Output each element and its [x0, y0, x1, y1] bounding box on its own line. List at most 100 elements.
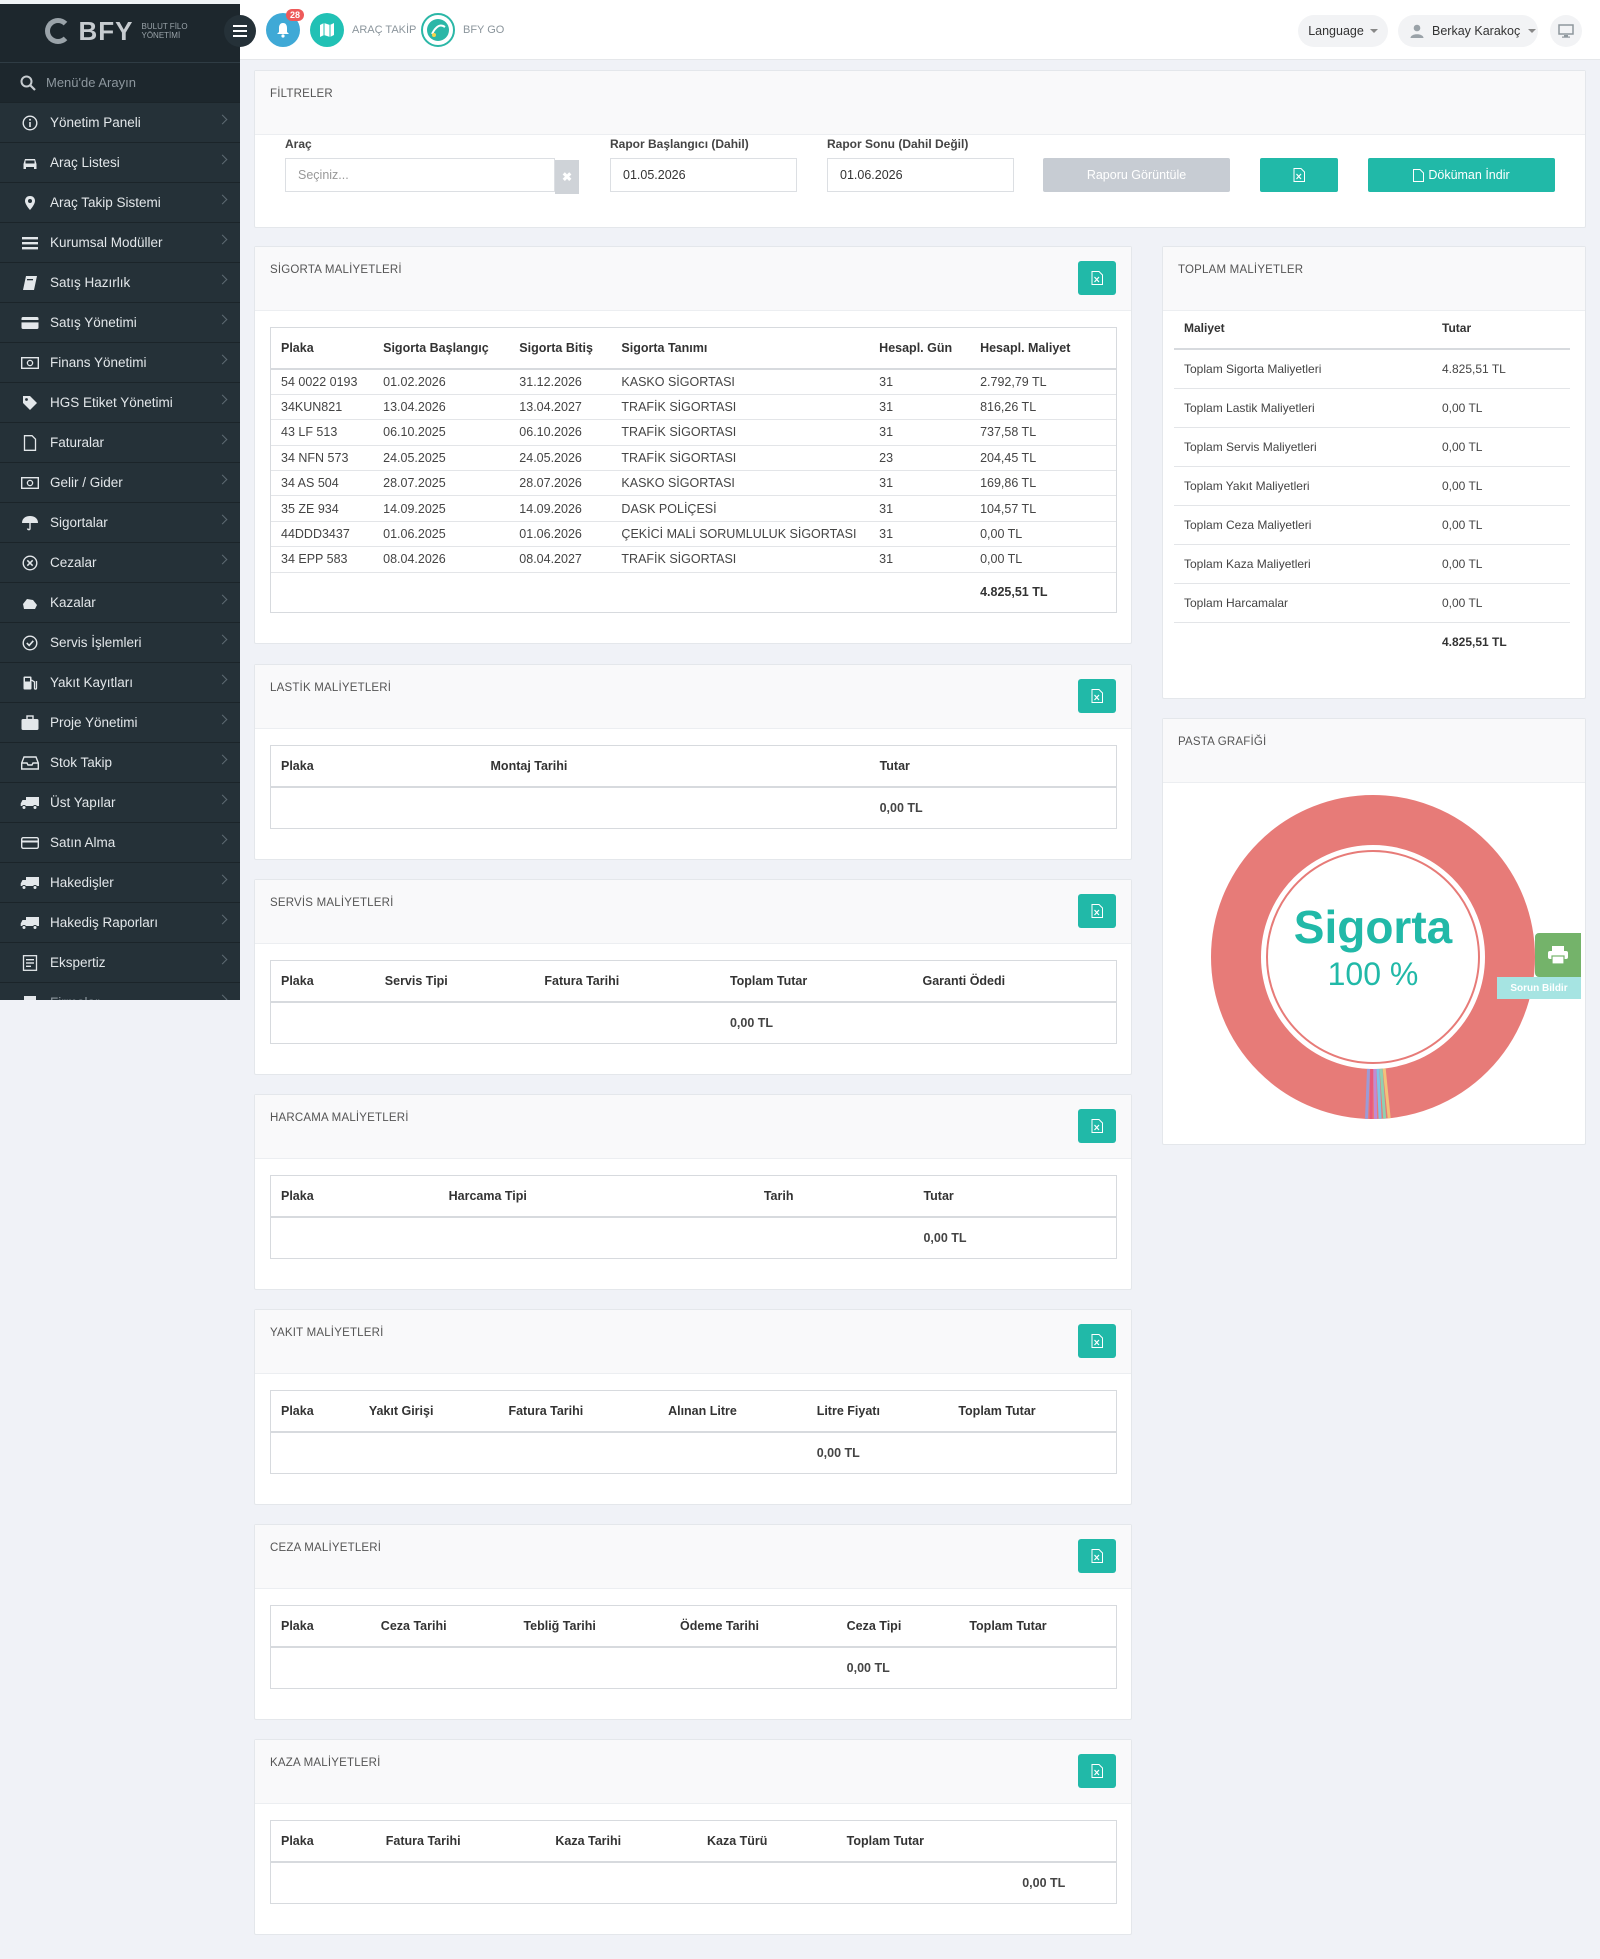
sidebar-item[interactable]: Faturalar — [0, 422, 240, 462]
servis-excel-button[interactable] — [1078, 894, 1116, 928]
column-header[interactable]: Sigorta Başlangıç — [373, 328, 510, 370]
lastik-excel-button[interactable] — [1078, 679, 1116, 713]
download-document-button[interactable]: Döküman İndir — [1368, 158, 1555, 192]
sidebar-item[interactable]: Kurumsal Modüller — [0, 222, 240, 262]
table-cell: 0,00 TL — [1432, 388, 1570, 428]
column-header[interactable]: Servis Tipi — [374, 961, 535, 1003]
column-header[interactable]: Kaza Türü — [696, 1821, 837, 1863]
sidebar-item[interactable]: Araç Listesi — [0, 142, 240, 182]
column-header[interactable]: Harcama Tipi — [438, 1176, 754, 1218]
menu-toggle-button[interactable] — [224, 15, 256, 47]
column-header[interactable]: Fatura Tarihi — [534, 961, 720, 1003]
sidebar-item[interactable]: Ekspertiz — [0, 942, 240, 982]
column-header[interactable]: Plaka — [271, 1176, 439, 1218]
sidebar-item[interactable]: Yakıt Kayıtları — [0, 662, 240, 702]
column-header[interactable]: Garanti Ödedi — [912, 961, 1116, 1003]
table-cell: 28.07.2025 — [373, 470, 510, 497]
sidebar-item-label: Stok Takip — [50, 755, 113, 770]
column-header[interactable]: Maliyet — [1174, 308, 1432, 350]
column-header[interactable]: Toplam Tutar — [948, 1391, 1116, 1433]
column-header[interactable]: Plaka — [271, 1606, 371, 1648]
view-report-button[interactable]: Raporu Görüntüle — [1043, 158, 1230, 192]
sidebar-item[interactable]: Stok Takip — [0, 742, 240, 782]
sidebar-item[interactable]: Sigortalar — [0, 502, 240, 542]
sidebar-item[interactable]: Kazalar — [0, 582, 240, 622]
sidebar-item[interactable]: Proje Yönetimi — [0, 702, 240, 742]
column-header[interactable]: Toplam Tutar — [836, 1821, 1013, 1863]
sidebar-item[interactable]: Yönetim Paneli — [0, 102, 240, 142]
column-header[interactable]: Montaj Tarihi — [480, 746, 870, 788]
column-header[interactable]: Plaka — [271, 961, 375, 1003]
sigorta-excel-button[interactable] — [1078, 261, 1116, 295]
print-button[interactable] — [1535, 933, 1581, 977]
column-header[interactable]: Toplam Tutar — [719, 961, 913, 1003]
column-header[interactable]: Sigorta Tanımı — [611, 328, 870, 370]
report-issue-button[interactable]: Sorun Bildir — [1497, 977, 1581, 999]
column-header[interactable]: Plaka — [271, 1391, 359, 1433]
sidebar-item[interactable]: Üst Yapılar — [0, 782, 240, 822]
start-date-input[interactable]: 01.05.2026 — [610, 158, 797, 192]
pie-slice-harcama[interactable] — [1365, 1068, 1371, 1119]
sidebar-item[interactable]: Gelir / Gider — [0, 462, 240, 502]
column-header[interactable]: Litre Fiyatı — [806, 1391, 949, 1433]
column-header[interactable]: Tutar — [1432, 308, 1570, 350]
ceza-excel-button[interactable] — [1078, 1539, 1116, 1573]
column-header[interactable]: Tutar — [913, 1176, 1116, 1218]
column-header[interactable]: Ceza Tarihi — [370, 1606, 514, 1648]
arac-takip-button[interactable] — [310, 13, 344, 47]
column-header[interactable]: Fatura Tarihi — [498, 1391, 659, 1433]
column-header[interactable]: Sigorta Bitiş — [509, 328, 612, 370]
clear-selection-icon[interactable]: ✖ — [555, 160, 579, 194]
column-header[interactable]: Hesapl. Gün — [869, 328, 971, 370]
column-header[interactable]: Toplam Tutar — [959, 1606, 1116, 1648]
column-header[interactable]: Plaka — [271, 746, 481, 788]
user-menu[interactable]: Berkay Karakoç — [1398, 15, 1538, 47]
table-cell: 204,45 TL — [970, 445, 1116, 472]
column-header[interactable]: Hesapl. Maliyet — [970, 328, 1116, 370]
sidebar-item[interactable]: Hakedişler — [0, 862, 240, 902]
column-header[interactable]: Alınan Litre — [658, 1391, 807, 1433]
table-cell: 31.12.2026 — [509, 369, 612, 395]
end-date-input[interactable]: 01.06.2026 — [827, 158, 1014, 192]
screen-toggle-button[interactable] — [1550, 15, 1582, 47]
sidebar-item[interactable]: Satın Alma — [0, 822, 240, 862]
arac-takip-label[interactable]: ARAÇ TAKİP — [352, 24, 416, 36]
sidebar-item[interactable]: Finans Yönetimi — [0, 342, 240, 382]
empty-cell — [1174, 622, 1432, 662]
kaza-excel-button[interactable] — [1078, 1754, 1116, 1788]
brand-logo[interactable]: BFY BULUT FİLO YÖNETİMİ — [0, 0, 240, 62]
pie-slice-ceza[interactable] — [1373, 1068, 1378, 1120]
empty-cell — [611, 572, 869, 612]
column-header[interactable]: Fatura Tarihi — [375, 1821, 546, 1863]
language-dropdown[interactable]: Language — [1298, 15, 1388, 47]
column-header[interactable]: Ceza Tipi — [836, 1606, 960, 1648]
bfy-go-button[interactable] — [421, 13, 455, 47]
column-header[interactable]: Yakıt Girişi — [358, 1391, 499, 1433]
column-header[interactable]: Kaza Tarihi — [545, 1821, 697, 1863]
chevron-right-icon — [217, 874, 228, 885]
column-header[interactable]: Plaka — [271, 1821, 376, 1863]
sidebar-item[interactable]: HGS Etiket Yönetimi — [0, 382, 240, 422]
column-header[interactable]: Tarih — [753, 1176, 914, 1218]
sidebar-item[interactable]: Firmalar — [0, 982, 240, 1000]
yakit-excel-button[interactable] — [1078, 1324, 1116, 1358]
column-header[interactable]: Ödeme Tarihi — [670, 1606, 837, 1648]
notifications-button[interactable]: 28 — [266, 9, 304, 47]
sidebar-item[interactable]: Cezalar — [0, 542, 240, 582]
sidebar-item[interactable]: Hakediş Raporları — [0, 902, 240, 942]
column-header[interactable]: Plaka — [271, 328, 374, 370]
column-header[interactable]: Tebliğ Tarihi — [513, 1606, 671, 1648]
column-header[interactable]: Tutar — [869, 746, 1116, 788]
bfy-go-label[interactable]: BFY GO — [463, 24, 504, 36]
pie-slice-kaza[interactable] — [1369, 1068, 1374, 1120]
table-row: 34 NFN 573 24.05.2025 24.05.2026 TRAFİK SİG… — [271, 445, 1116, 472]
sidebar-item[interactable]: Araç Takip Sistemi — [0, 182, 240, 222]
empty-cell — [371, 1647, 514, 1688]
sidebar-item[interactable]: Satış Yönetimi — [0, 302, 240, 342]
harcama-excel-button[interactable] — [1078, 1109, 1116, 1143]
sidebar-item[interactable]: Servis İşlemleri — [0, 622, 240, 662]
excel-export-button[interactable] — [1260, 158, 1338, 192]
sidebar-item[interactable]: Satış Hazırlık — [0, 262, 240, 302]
arac-select[interactable]: Seçiniz... — [285, 158, 555, 192]
menu-search[interactable]: Menü'de Arayın — [0, 62, 240, 102]
